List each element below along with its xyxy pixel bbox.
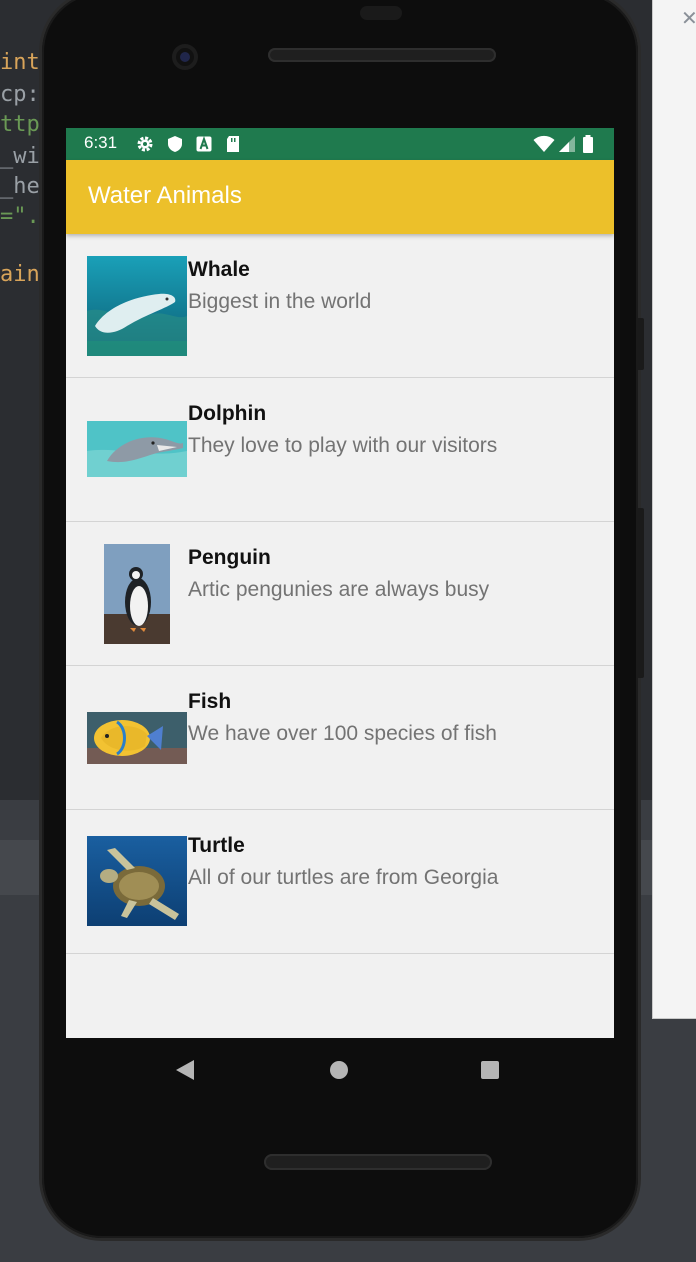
recents-icon[interactable]: [481, 1061, 499, 1079]
ide-code-fragment: _he: [0, 174, 40, 199]
list-item[interactable]: Turtle All of our turtles are from Georg…: [66, 810, 614, 954]
wifi-icon: [533, 135, 555, 152]
item-subtitle: Biggest in the world: [188, 290, 372, 313]
app-title: Water Animals: [88, 182, 242, 209]
app-bar: Water Animals: [66, 160, 614, 234]
ide-code-fragment: cp:: [0, 82, 40, 107]
earpiece: [268, 48, 496, 62]
close-icon[interactable]: ✕: [681, 6, 696, 30]
list-item[interactable]: Fish We have over 100 species of fish: [66, 666, 614, 810]
list-item[interactable]: Penguin Artic pengunies are always busy: [66, 522, 614, 666]
ide-code-fragment: ttp: [0, 112, 40, 137]
item-subtitle: We have over 100 species of fish: [188, 722, 497, 745]
front-camera-icon: [172, 44, 198, 70]
battery-icon: [583, 135, 593, 153]
sd-card-icon: [227, 136, 239, 152]
whale-image: [87, 256, 187, 356]
item-title: Dolphin: [188, 402, 267, 425]
item-subtitle: They love to play with our visitors: [188, 434, 498, 457]
turtle-image: [87, 836, 187, 926]
navigation-bar: [66, 1038, 614, 1102]
home-icon[interactable]: [330, 1061, 348, 1079]
ide-code-fragment: _wi: [0, 144, 40, 169]
power-button[interactable]: [636, 508, 644, 678]
dolphin-image: [87, 421, 187, 477]
back-icon[interactable]: [176, 1060, 194, 1080]
shield-icon: [168, 136, 182, 152]
item-title: Turtle: [188, 834, 245, 857]
ide-code-fragment: int: [0, 50, 40, 75]
item-subtitle: All of our turtles are from Georgia: [188, 866, 499, 889]
status-bar: 6:31: [66, 128, 614, 160]
fish-image: [87, 712, 187, 764]
bottom-speaker: [264, 1154, 492, 1170]
ide-side-panel: ✕: [652, 0, 696, 1019]
phone-screen: 6:31 Water Animals Whale Biggest in the …: [66, 128, 614, 1038]
gear-icon: [137, 136, 153, 152]
item-subtitle: Artic pengunies are always busy: [188, 578, 490, 601]
status-time: 6:31: [84, 133, 118, 152]
animal-list[interactable]: Whale Biggest in the world Dolphin They …: [66, 234, 614, 954]
a-icon: [196, 135, 212, 152]
item-title: Whale: [188, 258, 250, 281]
sensor: [360, 6, 402, 20]
item-title: Penguin: [188, 546, 271, 569]
signal-icon: [559, 136, 575, 152]
penguin-image: [104, 544, 170, 644]
item-title: Fish: [188, 690, 232, 713]
list-item[interactable]: Dolphin They love to play with our visit…: [66, 378, 614, 522]
list-item[interactable]: Whale Biggest in the world: [66, 234, 614, 378]
volume-button[interactable]: [636, 318, 644, 370]
